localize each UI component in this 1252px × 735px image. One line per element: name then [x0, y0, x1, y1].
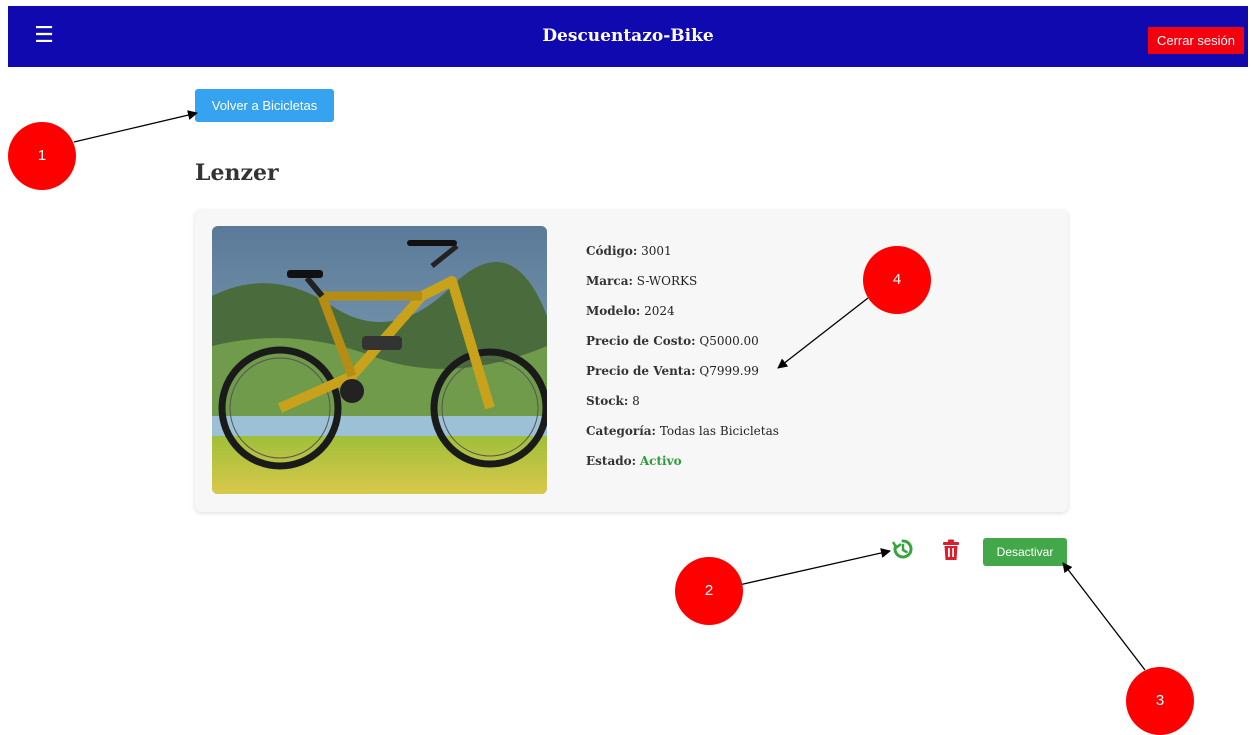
detail-label: Precio de Costo:: [586, 334, 696, 348]
detail-label: Stock:: [586, 394, 629, 408]
top-navbar: ☰ Descuentazo-Bike Cerrar sesión: [8, 6, 1248, 67]
detail-label: Estado:: [586, 454, 637, 468]
detail-status: Estado: Activo: [586, 454, 1006, 484]
arrow-3: [1062, 562, 1146, 671]
detail-cost-price: Precio de Costo: Q5000.00: [586, 334, 1006, 364]
detail-value: Q7999.99: [699, 364, 759, 378]
callout-4: 4: [863, 246, 931, 314]
detail-model: Modelo: 2024: [586, 304, 1006, 334]
product-card: Código: 3001 Marca: S-WORKS Modelo: 2024…: [195, 210, 1068, 512]
detail-label: Marca:: [586, 274, 633, 288]
back-to-bikes-button[interactable]: Volver a Bicicletas: [195, 89, 334, 122]
detail-value: 3001: [641, 244, 672, 258]
status-badge: Activo: [639, 454, 682, 468]
callout-3: 3: [1126, 667, 1194, 735]
detail-label: Precio de Venta:: [586, 364, 696, 378]
restore-history-icon[interactable]: [891, 538, 914, 560]
detail-label: Categoría:: [586, 424, 656, 438]
detail-stock: Stock: 8: [586, 394, 1006, 424]
detail-sale-price: Precio de Venta: Q7999.99: [586, 364, 1006, 394]
detail-label: Modelo:: [586, 304, 641, 318]
arrow-1: [73, 110, 198, 143]
trash-icon[interactable]: [941, 539, 961, 561]
detail-value: S-WORKS: [636, 274, 698, 288]
detail-value: Q5000.00: [699, 334, 759, 348]
product-details: Código: 3001 Marca: S-WORKS Modelo: 2024…: [586, 244, 1006, 484]
callout-2: 2: [675, 557, 743, 625]
detail-label: Código:: [586, 244, 638, 258]
detail-value: 2024: [644, 304, 675, 318]
detail-brand: Marca: S-WORKS: [586, 274, 1006, 304]
app-title: Descuentazo-Bike: [542, 26, 714, 46]
detail-value: 8: [632, 394, 640, 408]
logout-button[interactable]: Cerrar sesión: [1148, 27, 1244, 54]
product-actions: Desactivar: [0, 538, 1252, 568]
callout-1: 1: [8, 122, 76, 190]
detail-category: Categoría: Todas las Bicicletas: [586, 424, 1006, 454]
product-title: Lenzer: [195, 160, 279, 186]
detail-value: Todas las Bicicletas: [659, 424, 779, 438]
detail-code: Código: 3001: [586, 244, 1006, 274]
deactivate-button[interactable]: Desactivar: [983, 538, 1067, 566]
bike-photo: [212, 226, 547, 494]
